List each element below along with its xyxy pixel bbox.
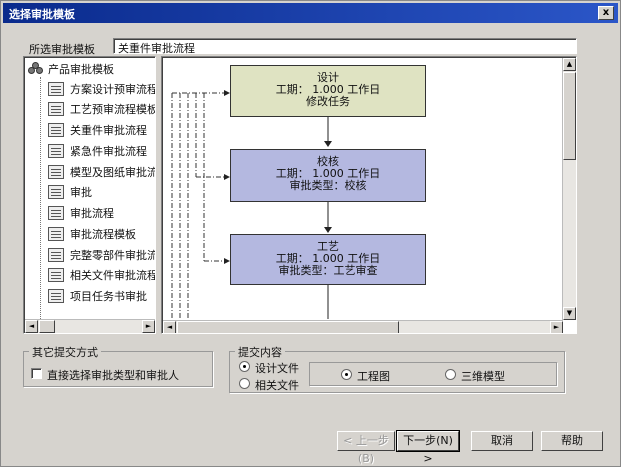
scroll-thumb[interactable]: [39, 320, 55, 333]
close-button[interactable]: x: [598, 6, 614, 20]
group-icon: [28, 62, 44, 76]
tree-item-label: 紧急件审批流程: [70, 145, 147, 158]
document-icon: [48, 82, 64, 96]
arrow-head: [324, 227, 332, 233]
3d-model-label: 三维模型: [461, 370, 505, 383]
title-bar: 选择审批模板 x: [3, 3, 618, 23]
tree-item[interactable]: 工艺预审流程模板: [48, 100, 156, 118]
engineering-drawing-label: 工程图: [357, 370, 390, 383]
document-icon: [48, 268, 64, 282]
document-icon: [48, 206, 64, 220]
approval-template-dialog: 选择审批模板 x 所选审批模板 关重件审批流程 产品审批模板 方案设计预审流程 …: [0, 0, 621, 467]
flow-vertical-scrollbar[interactable]: ▲ ▼: [562, 58, 576, 320]
document-icon: [48, 123, 64, 137]
tree-item[interactable]: 相关文件审批流程: [48, 266, 156, 284]
tree-item-label: 方案设计预审流程: [70, 83, 156, 96]
close-icon: x: [602, 7, 610, 18]
document-icon: [48, 102, 64, 116]
tree-item-label: 工艺预审流程模板: [70, 103, 156, 116]
tree-item[interactable]: 审批流程模板: [48, 225, 136, 243]
tree-item[interactable]: 紧急件审批流程: [48, 142, 147, 160]
flow-horizontal-scrollbar[interactable]: ◄ ►: [163, 320, 563, 333]
tree-item-label: 审批流程模板: [70, 228, 136, 241]
tree-item[interactable]: 模型及图纸审批流: [48, 163, 156, 181]
tree-item[interactable]: 关重件审批流程: [48, 121, 147, 139]
template-tree[interactable]: 产品审批模板 方案设计预审流程 工艺预审流程模板 关重件审批流程 紧急件审批流程…: [23, 56, 156, 334]
scroll-down-button[interactable]: ▼: [563, 307, 576, 320]
tree-connector-line: [40, 77, 41, 333]
cancel-button[interactable]: 取消: [471, 431, 533, 451]
tree-root[interactable]: 产品审批模板: [28, 61, 114, 77]
scroll-thumb[interactable]: [563, 72, 576, 160]
tree-horizontal-scrollbar[interactable]: ◄ ►: [25, 319, 155, 333]
submit-content-title: 提交内容: [235, 344, 285, 360]
document-icon: [48, 165, 64, 179]
selected-template-label: 所选审批模板: [29, 43, 95, 56]
flow-node-process[interactable]: 工艺 工期： 1.000 工作日 审批类型：工艺审查: [230, 234, 426, 285]
scroll-left-button[interactable]: ◄: [163, 321, 176, 333]
tree-item-label: 模型及图纸审批流: [70, 166, 156, 179]
engineering-drawing-radio[interactable]: [341, 369, 352, 380]
node-detail: 审批类型：校核: [289, 179, 367, 192]
tree-item-label: 审批: [70, 186, 92, 199]
direct-select-label: 直接选择审批类型和审批人: [47, 369, 179, 382]
flow-node-check[interactable]: 校核 工期： 1.000 工作日 审批类型：校核: [230, 149, 426, 202]
scroll-thumb[interactable]: [177, 321, 399, 333]
tree-root-label: 产品审批模板: [48, 63, 114, 76]
related-file-radio[interactable]: [239, 378, 250, 389]
document-icon: [48, 289, 64, 303]
design-file-label: 设计文件: [255, 362, 299, 375]
tree-item[interactable]: 项目任务书审批: [48, 287, 147, 305]
next-button[interactable]: 下一步(N) >: [396, 430, 460, 465]
node-detail: 审批类型：工艺审查: [278, 264, 378, 277]
tree-item-label: 项目任务书审批: [70, 290, 147, 303]
window-title: 选择审批模板: [9, 8, 75, 21]
tree-item[interactable]: 完整零部件审批流: [48, 246, 156, 264]
tree-item[interactable]: 审批: [48, 183, 92, 201]
workflow-diagram[interactable]: 设计 工期： 1.000 工作日 修改任务 校核 工期： 1.000 工作日 审…: [161, 56, 577, 334]
document-icon: [48, 185, 64, 199]
flow-node-design[interactable]: 设计 工期： 1.000 工作日 修改任务: [230, 65, 426, 117]
other-submit-title: 其它提交方式: [29, 344, 101, 360]
scroll-right-button[interactable]: ►: [142, 320, 155, 333]
design-file-radio[interactable]: [239, 361, 250, 372]
arrow-head: [324, 141, 332, 147]
help-button[interactable]: 帮助: [541, 431, 603, 451]
scroll-right-button[interactable]: ►: [550, 321, 563, 333]
scroll-left-button[interactable]: ◄: [25, 320, 38, 333]
node-detail: 修改任务: [306, 95, 350, 108]
tree-item[interactable]: 方案设计预审流程: [48, 80, 156, 98]
tree-item-label: 关重件审批流程: [70, 124, 147, 137]
3d-model-radio[interactable]: [445, 369, 456, 380]
back-button[interactable]: < 上一步(B): [337, 431, 395, 465]
related-file-label: 相关文件: [255, 379, 299, 392]
tree-item-label: 相关文件审批流程: [70, 269, 156, 282]
document-icon: [48, 144, 64, 158]
tree-item[interactable]: 审批流程: [48, 204, 114, 222]
tree-item-label: 完整零部件审批流: [70, 249, 156, 262]
selected-template-field[interactable]: 关重件审批流程: [113, 38, 577, 55]
scroll-up-button[interactable]: ▲: [563, 58, 576, 71]
document-icon: [48, 227, 64, 241]
tree-item-label: 审批流程: [70, 207, 114, 220]
document-icon: [48, 248, 64, 262]
direct-select-checkbox[interactable]: [31, 368, 42, 379]
